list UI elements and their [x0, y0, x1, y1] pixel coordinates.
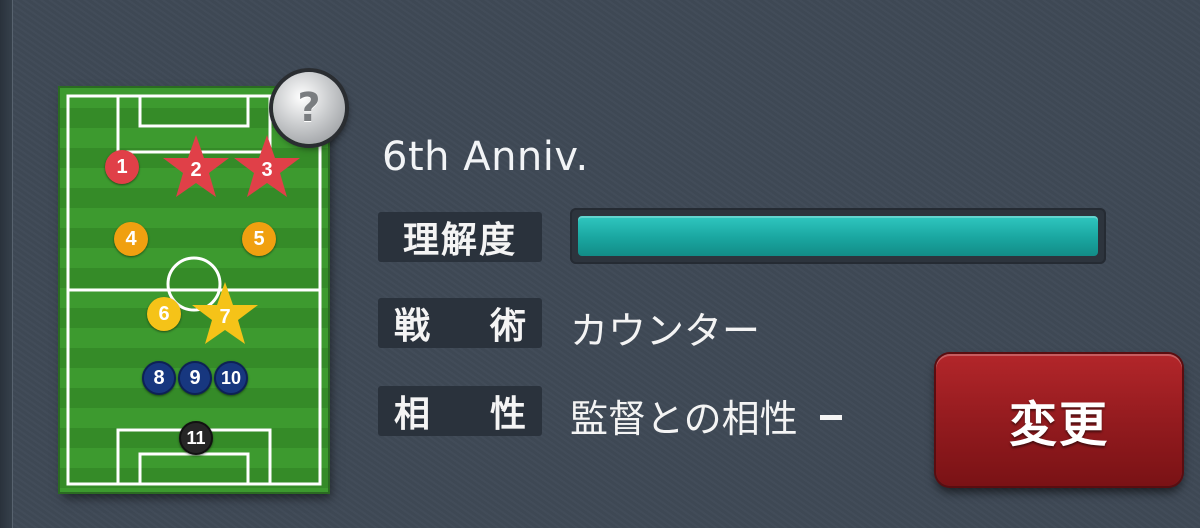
change-button-label: 変更: [1008, 397, 1109, 453]
change-button[interactable]: 変更: [936, 354, 1182, 486]
tactics-label-char-2: 術: [489, 306, 526, 347]
compatibility-value-text: 監督との相性: [570, 397, 798, 441]
compatibility-value: 監督との相性: [570, 388, 842, 443]
tactics-label: 戦 術: [378, 298, 542, 348]
player-marker-9: 9: [178, 361, 212, 395]
player-marker-11: 11: [179, 421, 213, 455]
player-marker-3: 3: [232, 133, 302, 199]
player-marker-7: 7: [190, 280, 260, 346]
player-marker-5: 5: [242, 222, 276, 256]
player-marker-8: 8: [142, 361, 176, 395]
player-marker-10: 10: [214, 361, 248, 395]
understanding-bar: [570, 208, 1106, 264]
help-button[interactable]: ?: [273, 72, 345, 144]
understanding-label: 理解度: [378, 212, 542, 262]
compatibility-label-char-2: 性: [489, 394, 526, 435]
understanding-label-text: 理解度: [402, 220, 517, 261]
question-mark-icon: ?: [297, 85, 321, 131]
player-marker-1: 1: [105, 150, 139, 184]
compatibility-label-char-1: 相: [394, 394, 431, 435]
formation-name: 6th Anniv.: [382, 134, 589, 180]
compatibility-label: 相 性: [378, 386, 542, 436]
player-marker-2: 2: [161, 133, 231, 199]
formation-pitch: 1 2 3 4 5 6 7 8 9 10 11: [60, 88, 328, 492]
understanding-bar-fill: [578, 216, 1098, 256]
compatibility-dash: [819, 415, 842, 420]
player-marker-4: 4: [114, 222, 148, 256]
tactics-label-char-1: 戦: [394, 306, 431, 347]
left-rail: [0, 0, 13, 528]
player-marker-6: 6: [147, 297, 181, 331]
tactics-value: カウンター: [570, 309, 761, 353]
